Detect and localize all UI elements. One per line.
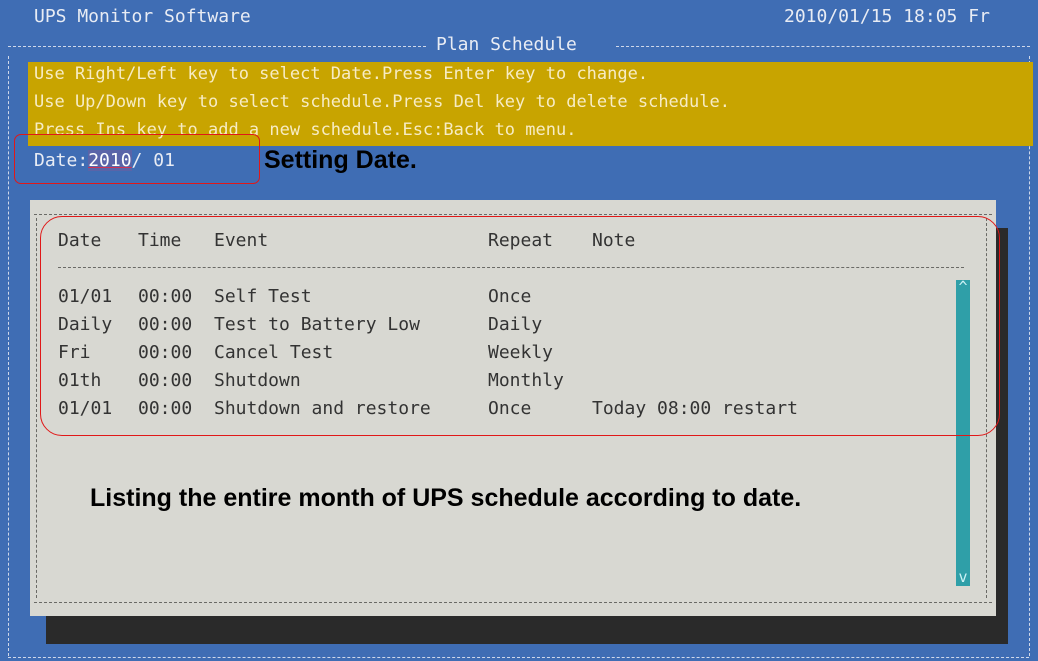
datetime-display: 2010/01/15 18:05 Fr [784,6,990,27]
panel-border-bottom [34,602,992,603]
setting-date-caption: Setting Date. [264,146,417,174]
panel-border-left [36,218,37,598]
screen-title: Plan Schedule [436,34,577,55]
listing-caption: Listing the entire month of UPS schedule… [90,484,802,512]
frame-border-left [8,56,9,656]
scroll-down-arrow-icon[interactable]: v [956,568,970,586]
app-title: UPS Monitor Software [34,6,251,27]
setting-date-callout-box [14,134,260,184]
header-rule-left [8,46,426,47]
frame-border-right [1029,56,1030,656]
frame-border-bottom [8,657,1029,658]
panel-border-top [34,214,992,215]
schedule-list-callout-box [40,216,1000,436]
help-line-navigate-schedule: Use Up/Down key to select schedule.Press… [34,92,730,112]
help-line-navigate-date: Use Right/Left key to select Date.Press … [34,64,649,84]
header-rule-right [616,46,1030,47]
